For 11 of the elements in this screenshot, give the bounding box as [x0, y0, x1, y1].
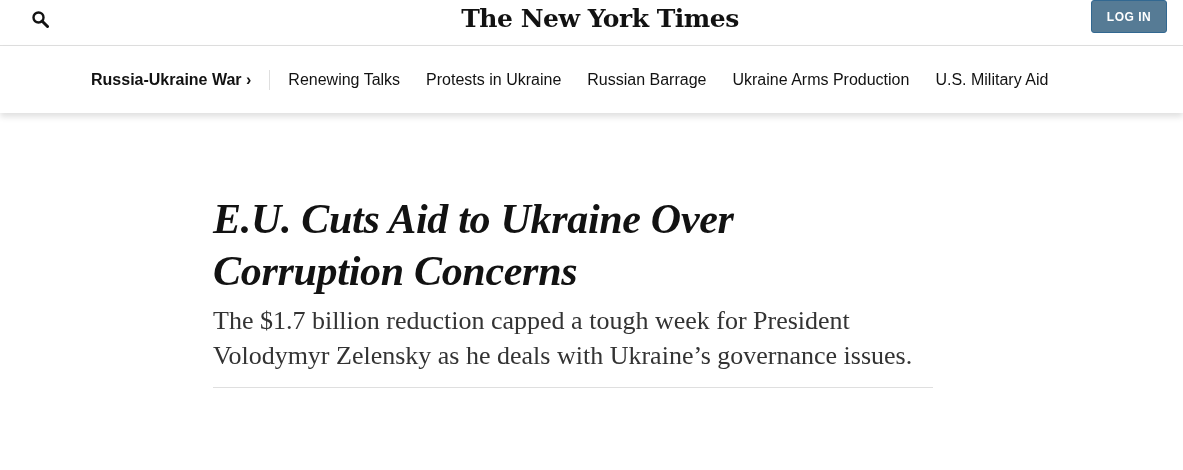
- login-button[interactable]: LOG IN: [1091, 0, 1167, 33]
- nav-link[interactable]: Protests in Ukraine: [426, 67, 562, 92]
- nav-link[interactable]: U.S. Military Aid: [935, 67, 1049, 92]
- nav-link[interactable]: Ukraine Arms Production: [732, 67, 910, 92]
- nav-link[interactable]: Russian Barrage: [587, 67, 707, 92]
- nav-link[interactable]: Renewing Talks: [288, 67, 401, 92]
- site-logo[interactable]: The New York Times: [461, 6, 739, 31]
- article-headline: E.U. Cuts Aid to Ukraine Over Corruption Concerns: [213, 195, 735, 296]
- search-icon[interactable]: [32, 11, 49, 28]
- article-summary: The $1.7 billion reduction capped a tough week for President Volodymyr Zelensky as he deals with Ukraine’s governance issues.: [213, 305, 913, 372]
- section-link[interactable]: Russia-Ukraine War ›: [91, 69, 271, 90]
